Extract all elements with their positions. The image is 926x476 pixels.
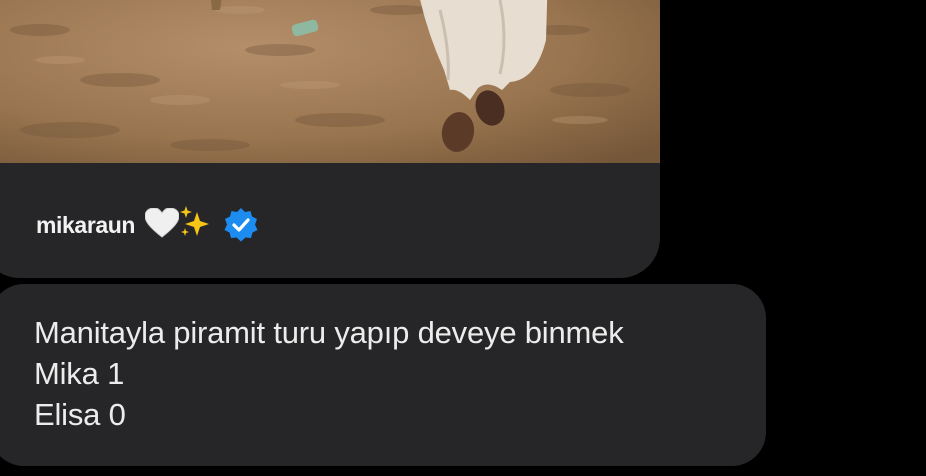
message-line: Mika 1	[34, 356, 125, 391]
post-author-row[interactable]: mikaraun	[36, 203, 259, 248]
white-heart-icon	[144, 207, 180, 243]
post-username[interactable]: mikaraun	[36, 212, 135, 239]
verified-badge-icon	[223, 207, 259, 248]
message-line: Elisa 0	[34, 397, 126, 432]
message-line: Manitayla piramit turu yapıp deveye binm…	[34, 315, 624, 350]
sparkles-icon	[179, 206, 210, 243]
post-photo[interactable]	[0, 0, 660, 163]
desert-photo-illustration	[0, 0, 660, 163]
shared-post-card[interactable]: mikaraun	[0, 0, 660, 278]
message-bubble[interactable]: Manitayla piramit turu yapıp deveye binm…	[0, 284, 766, 466]
message-text: Manitayla piramit turu yapıp deveye binm…	[34, 312, 624, 435]
